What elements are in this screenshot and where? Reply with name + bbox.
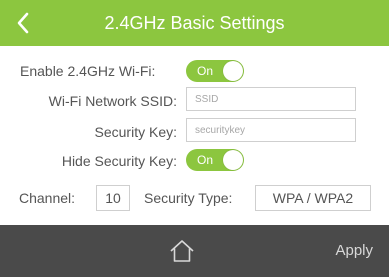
enable-wifi-toggle[interactable]: On <box>186 60 244 82</box>
page-title: 2.4GHz Basic Settings <box>104 13 285 33</box>
security-key-label: Security Key: <box>94 124 177 140</box>
channel-label: Channel: <box>19 190 76 206</box>
ssid-input[interactable] <box>186 87 356 111</box>
hide-key-toggle[interactable]: On <box>186 149 244 171</box>
enable-wifi-toggle-state: On <box>197 64 214 78</box>
toggle-knob <box>223 61 243 81</box>
hide-key-label: Hide Security Key: <box>61 153 177 169</box>
apply-button[interactable]: Apply <box>335 225 373 277</box>
channel-select[interactable]: 10 <box>96 185 130 211</box>
ssid-label: Wi-Fi Network SSID: <box>48 93 177 109</box>
security-type-label: Security Type: <box>144 190 233 206</box>
toggle-knob <box>223 150 243 170</box>
security-type-select[interactable]: WPA / WPA2 <box>255 185 371 211</box>
home-button[interactable] <box>169 238 195 264</box>
enable-wifi-label: Enable 2.4GHz Wi-Fi: <box>20 63 156 79</box>
home-icon <box>170 240 194 262</box>
bottom-bar: Apply <box>0 225 389 277</box>
hide-key-toggle-state: On <box>197 153 214 167</box>
title-bar: 2.4GHz Basic Settings <box>0 0 389 46</box>
security-key-input[interactable] <box>186 118 356 142</box>
